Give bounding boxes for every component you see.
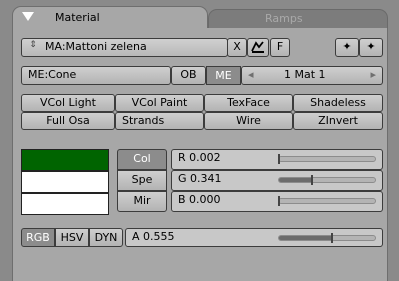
r-slider-track xyxy=(278,154,376,164)
fake-user-button[interactable] xyxy=(247,38,269,57)
alpha-slider-label: A 0.555 xyxy=(132,230,175,243)
g-slider-label: G 0.341 xyxy=(178,172,222,185)
g-slider[interactable]: G 0.341 xyxy=(171,170,383,191)
me-toggle[interactable]: ME xyxy=(206,66,241,85)
panel-tab-bar: Material Ramps xyxy=(12,6,388,28)
pin-button-2[interactable]: ✦ xyxy=(359,38,383,57)
g-slider-track xyxy=(278,175,376,185)
material-panel: ⇕ MA:Mattoni zelena X F ✦ ✦ ME:Cone OB M… xyxy=(12,28,388,281)
tab-material-label: Material xyxy=(55,11,100,24)
r-slider[interactable]: R 0.002 xyxy=(171,149,383,170)
dyn-mode-button[interactable]: DYN xyxy=(89,228,123,247)
collapse-arrow-icon[interactable] xyxy=(22,12,34,21)
spe-color-swatch[interactable] xyxy=(21,171,109,193)
col-color-swatch[interactable] xyxy=(21,149,109,171)
alpha-slider[interactable]: A 0.555 xyxy=(125,228,383,247)
pin-icon: ✦ xyxy=(342,40,352,53)
toggle-full-osa[interactable]: Full Osa xyxy=(21,112,115,130)
alpha-slider-track xyxy=(278,233,376,243)
ob-toggle[interactable]: OB xyxy=(171,66,206,85)
toggle-strands[interactable]: Strands xyxy=(115,112,204,130)
fake-user-icon xyxy=(251,41,264,53)
tab-ramps-label: Ramps xyxy=(265,12,303,25)
spe-target-button[interactable]: Spe xyxy=(117,170,167,191)
toggle-texface[interactable]: TexFace xyxy=(204,94,293,112)
material-index-stepper[interactable]: ◂ 1 Mat 1 ▸ xyxy=(241,66,383,85)
index-left-arrow[interactable]: ◂ xyxy=(248,67,254,83)
mir-color-swatch[interactable] xyxy=(21,193,109,215)
material-name[interactable]: MA:Mattoni zelena xyxy=(45,40,147,53)
b-slider-label: B 0.000 xyxy=(178,193,221,206)
b-slider[interactable]: B 0.000 xyxy=(171,191,383,212)
b-slider-track xyxy=(278,196,376,206)
toggle-vcol-light[interactable]: VCol Light xyxy=(21,94,115,112)
mesh-link-field[interactable]: ME:Cone xyxy=(21,66,171,85)
col-target-button[interactable]: Col xyxy=(117,149,167,170)
hsv-mode-button[interactable]: HSV xyxy=(55,228,89,247)
mir-target-button[interactable]: Mir xyxy=(117,191,167,212)
toggle-vcol-paint[interactable]: VCol Paint xyxy=(115,94,204,112)
toggle-shadeless[interactable]: Shadeless xyxy=(293,94,383,112)
r-slider-label: R 0.002 xyxy=(178,151,221,164)
browse-updown-icon[interactable]: ⇕ xyxy=(28,41,38,53)
tab-ramps[interactable]: Ramps xyxy=(208,9,388,28)
f-button[interactable]: F xyxy=(270,38,290,57)
index-value: 1 Mat 1 xyxy=(284,68,326,81)
rgb-mode-button[interactable]: RGB xyxy=(21,228,55,247)
pin-button-1[interactable]: ✦ xyxy=(335,38,359,57)
index-right-arrow[interactable]: ▸ xyxy=(370,67,376,83)
pin-icon: ✦ xyxy=(366,40,376,53)
toggle-wire[interactable]: Wire xyxy=(204,112,293,130)
material-name-field[interactable]: ⇕ MA:Mattoni zelena xyxy=(21,38,228,57)
tab-material[interactable]: Material xyxy=(12,6,208,28)
unlink-material-button[interactable]: X xyxy=(227,38,247,57)
toggle-zinvert[interactable]: ZInvert xyxy=(293,112,383,130)
